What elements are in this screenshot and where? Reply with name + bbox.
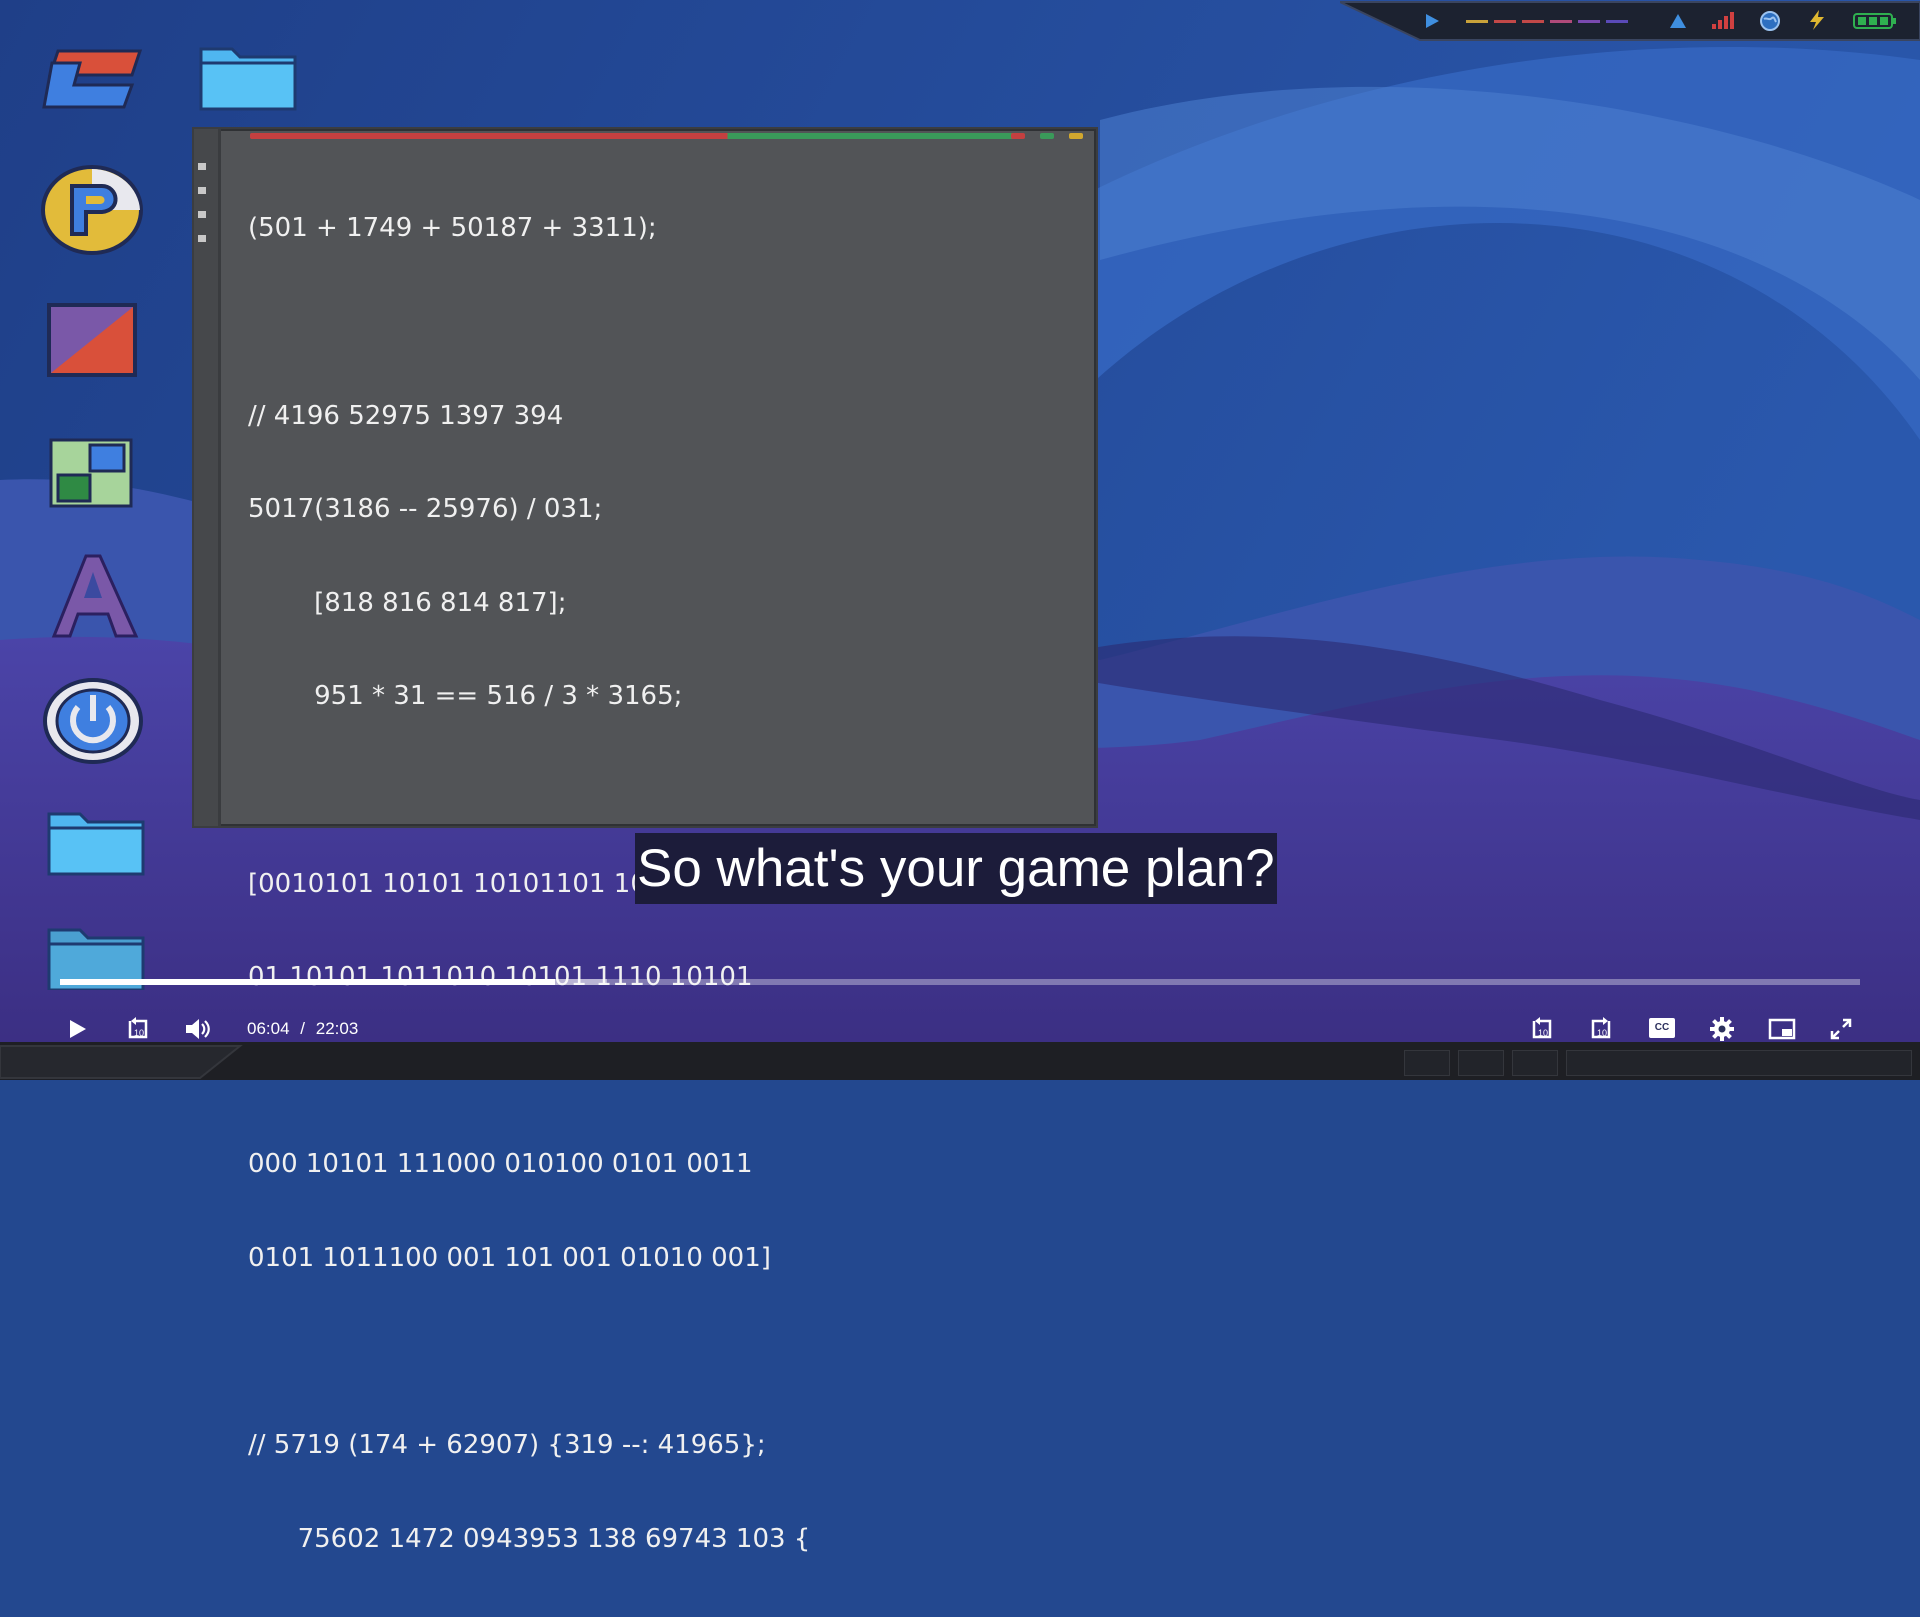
system-tray (1340, 0, 1920, 41)
p-app-icon[interactable] (40, 164, 144, 256)
fullscreen-icon (1830, 1018, 1852, 1040)
code-line: 951 * 31 == 516 / 3 * 3165; (248, 681, 683, 712)
svg-text:10: 10 (134, 1028, 144, 1038)
green-squares-icon[interactable] (48, 437, 134, 509)
globe-icon[interactable] (1758, 9, 1782, 33)
power-icon[interactable] (42, 677, 144, 765)
replay-10-button[interactable]: 10 (1526, 1014, 1558, 1044)
settings-button[interactable] (1707, 1014, 1737, 1044)
gutter-marker (198, 211, 206, 218)
code-line: 0101 1011100 001 101 001 01010 001] (248, 1242, 771, 1273)
taskbar (0, 1042, 1920, 1080)
taskbar-slot[interactable] (1458, 1050, 1504, 1076)
play-icon (70, 1020, 86, 1038)
gutter-marker (198, 235, 206, 242)
replay-10-icon: 10 (1532, 1017, 1552, 1039)
duration: 22:03 (315, 1019, 359, 1038)
minimize-button[interactable] (1011, 133, 1025, 139)
tray-play-icon[interactable] (1422, 10, 1442, 32)
gear-icon (1710, 1017, 1734, 1041)
folder-icon[interactable] (198, 45, 298, 113)
captions-icon: CC (1649, 1018, 1675, 1038)
battery-icon[interactable] (1852, 12, 1898, 30)
time-display: 06:04 / 22:03 (247, 1018, 358, 1040)
code-editor-window[interactable]: (501 + 1749 + 50187 + 3311); // 4196 529… (192, 127, 1098, 1554)
forward-10-icon: 10 (1591, 1017, 1611, 1039)
tray-bar-2 (1494, 20, 1516, 23)
signal-icon[interactable] (1710, 9, 1736, 31)
taskbar-slot[interactable] (1566, 1050, 1912, 1076)
code-line: 75602 1472 0943953 138 69743 103 { (248, 1523, 811, 1554)
svg-text:10: 10 (1538, 1028, 1548, 1038)
code-line: 01 10101 1011010 10101 1110 10101 (248, 962, 753, 993)
taskbar-slot[interactable] (1404, 1050, 1450, 1076)
caption-subtitle: So what's your game plan? (635, 833, 1277, 904)
maximize-button[interactable] (1040, 133, 1054, 139)
editor-gutter (194, 129, 221, 826)
captions-button[interactable]: CC (1647, 1016, 1677, 1040)
volume-button[interactable] (182, 1014, 214, 1044)
lightning-icon[interactable] (1806, 9, 1828, 31)
miniplayer-icon (1768, 1018, 1796, 1040)
play-button[interactable] (62, 1014, 92, 1044)
svg-text:10: 10 (1597, 1028, 1607, 1038)
video-progress-bar[interactable] (60, 979, 1860, 985)
code-line: 000 10101 111000 010100 0101 0011 (248, 1149, 753, 1180)
current-time: 06:04 (247, 1019, 290, 1038)
rewind-10-button[interactable]: 10 (122, 1014, 154, 1044)
code-line: // 5719 (174 + 62907) {319 --: 41965}; (248, 1430, 766, 1461)
tray-bar-3 (1522, 20, 1544, 23)
code-line: 5017(3186 -- 25976) / 031; (248, 494, 603, 525)
letter-a-icon[interactable] (50, 552, 140, 640)
forward-10-button[interactable]: 10 (1585, 1014, 1617, 1044)
gutter-marker (198, 187, 206, 194)
editor-titlebar[interactable] (250, 133, 1020, 139)
tray-bar-1 (1466, 20, 1488, 23)
tray-bar-6 (1606, 20, 1628, 23)
progress-played (60, 979, 555, 985)
code-line: [818 816 814 817]; (248, 587, 567, 618)
red-purple-square-icon[interactable] (46, 302, 138, 378)
close-button[interactable] (1069, 133, 1083, 139)
rewind-10-icon: 10 (128, 1017, 148, 1039)
taskbar-slot[interactable] (1512, 1050, 1558, 1076)
tray-triangle-icon[interactable] (1668, 12, 1688, 30)
time-separator: / (300, 1019, 306, 1038)
tray-bar-4 (1550, 20, 1572, 23)
fullscreen-button[interactable] (1826, 1014, 1856, 1044)
folder-icon-2[interactable] (46, 810, 146, 878)
app-launcher-icon[interactable] (40, 45, 145, 115)
tray-bar-5 (1578, 20, 1600, 23)
code-line: // 4196 52975 1397 394 (248, 400, 564, 431)
volume-icon (186, 1019, 210, 1039)
gutter-marker (198, 163, 206, 170)
code-line: (501 + 1749 + 50187 + 3311); (248, 213, 657, 244)
miniplayer-button[interactable] (1766, 1014, 1798, 1044)
